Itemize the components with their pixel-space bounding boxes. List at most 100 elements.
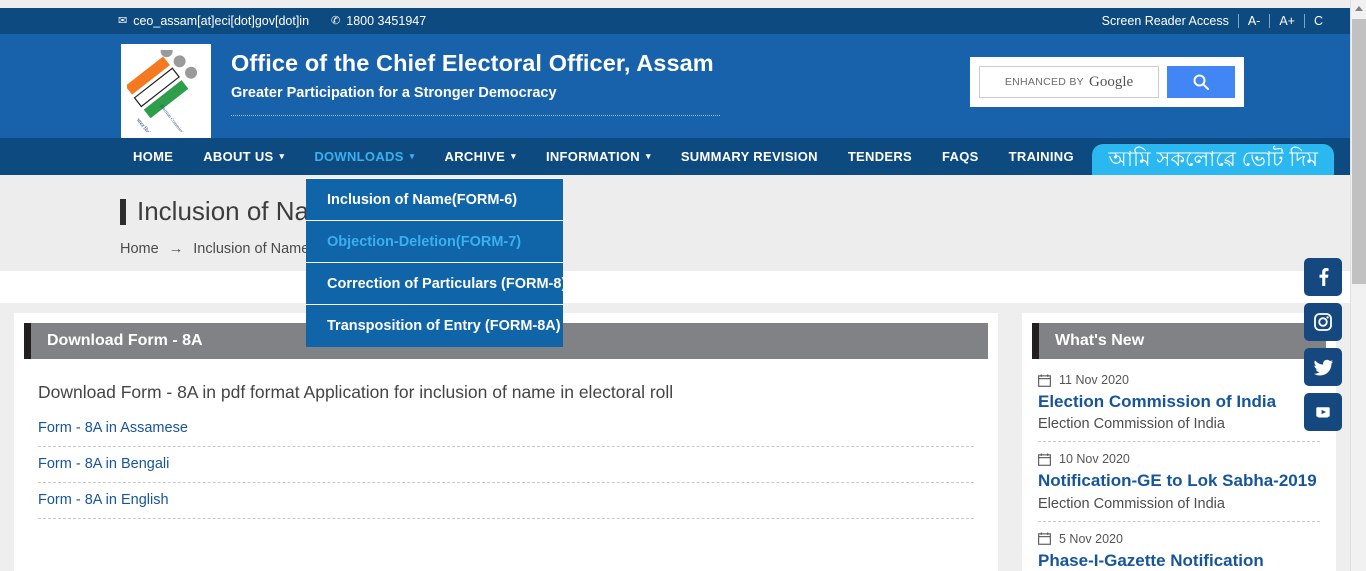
search-input[interactable]: ENHANCED BY Google <box>979 66 1159 98</box>
news-title-link[interactable]: Notification-GE to Lok Sabha-2019 <box>1038 470 1320 491</box>
news-date-row: 11 Nov 2020 <box>1038 373 1320 387</box>
nav-item-faqs[interactable]: FAQS <box>927 138 994 175</box>
nav-label: TENDERS <box>847 149 913 164</box>
envelope-icon: ✉ <box>118 14 128 27</box>
site-header: भारत निर्वाचन आयोग Election Commission o… <box>0 34 1350 138</box>
scrollbar-thumb[interactable] <box>1352 19 1366 284</box>
phone-contact[interactable]: ✆ 1800 3451947 <box>331 14 426 28</box>
calendar-icon <box>1038 374 1051 387</box>
facebook-link[interactable] <box>1304 258 1342 296</box>
nav-label: DOWNLOADS <box>314 149 404 164</box>
whats-new-heading: What's New <box>1032 323 1326 359</box>
nav-label: HOME <box>133 149 174 164</box>
content-spacer <box>0 271 1350 303</box>
whats-new-list: 11 Nov 2020 Election Commission of India… <box>1038 373 1320 571</box>
news-date-row: 5 Nov 2020 <box>1038 532 1320 546</box>
dropdown-item-objection-deletion[interactable]: Objection-Deletion(FORM-7) <box>306 221 563 263</box>
vote-pledge-button[interactable]: আমি সকলোৱে ভোট দিম <box>1092 144 1334 179</box>
browser-scrollbar[interactable] <box>1350 0 1366 571</box>
nav-item-summary-revision[interactable]: SUMMARY REVISION <box>666 138 833 175</box>
search-icon <box>1193 74 1209 90</box>
font-decrease-button[interactable]: A- <box>1237 14 1270 28</box>
nav-label: TRAINING <box>1008 149 1074 164</box>
nav-label: ARCHIVE <box>444 149 506 164</box>
calendar-icon <box>1038 453 1051 466</box>
news-date: 5 Nov 2020 <box>1059 531 1123 546</box>
search-container: ENHANCED BY Google <box>970 57 1244 107</box>
news-subtitle: Election Commission of India <box>1038 495 1225 512</box>
nav-label: ABOUT US <box>203 149 274 164</box>
download-panel-heading-label: Download Form - 8A <box>47 332 203 349</box>
nav-item-archive[interactable]: ARCHIVE ▾ <box>430 138 531 175</box>
download-link-assamese[interactable]: Form - 8A in Assamese <box>38 418 974 447</box>
nav-item-downloads[interactable]: DOWNLOADS ▾ <box>299 138 429 175</box>
calendar-icon <box>1038 532 1051 545</box>
chevron-down-icon: ▾ <box>409 151 415 161</box>
download-link-list: Form - 8A in Assamese Form - 8A in Benga… <box>38 418 974 519</box>
brand-block: Office of the Chief Electoral Officer, A… <box>231 50 720 116</box>
chevron-up-icon <box>1355 6 1363 11</box>
instagram-icon <box>1314 313 1332 331</box>
breadcrumb-home-link[interactable]: Home <box>120 241 159 257</box>
nav-item-training[interactable]: TRAINING <box>994 138 1089 175</box>
page-root: ✉ ceo_assam[at]eci[dot]gov[dot]in ✆ 1800… <box>0 0 1366 571</box>
twitter-link[interactable] <box>1304 348 1342 386</box>
twitter-icon <box>1313 359 1333 375</box>
nav-item-home[interactable]: HOME <box>118 138 188 175</box>
news-date: 10 Nov 2020 <box>1059 452 1130 467</box>
list-item: 5 Nov 2020 Phase-I-Gazette Notification <box>1038 532 1320 571</box>
nav-item-tenders[interactable]: TENDERS <box>833 138 927 175</box>
list-item: 11 Nov 2020 Election Commission of India… <box>1038 373 1320 443</box>
news-date: 11 Nov 2020 <box>1059 373 1129 387</box>
dropdown-item-transposition-of-entry[interactable]: Transposition of Entry (FORM-8A) <box>306 305 563 347</box>
download-panel: Download Form - 8A Download Form - 8A in… <box>14 313 998 571</box>
download-link-bengali[interactable]: Form - 8A in Bengali <box>38 447 974 483</box>
email-text: ceo_assam[at]eci[dot]gov[dot]in <box>133 14 310 28</box>
logo-container[interactable]: भारत निर्वाचन आयोग Election Commission o… <box>121 44 211 138</box>
nav-label: SUMMARY REVISION <box>680 149 818 164</box>
download-intro-text: Download Form - 8A in pdf format Applica… <box>38 382 674 402</box>
youtube-link[interactable] <box>1304 393 1342 431</box>
search-button[interactable] <box>1167 66 1235 98</box>
eci-emblem-icon: भारत निर्वाचन आयोग Election Commission o… <box>127 50 197 132</box>
scroll-up-button[interactable] <box>1351 0 1366 17</box>
breadcrumb-current: Inclusion of Name <box>193 241 310 257</box>
dropdown-item-inclusion-of-name[interactable]: Inclusion of Name(FORM-6) <box>306 179 563 221</box>
svg-text:Election Commission of India: Election Commission of India <box>159 104 197 132</box>
svg-text:भारत निर्वाचन आयोग: भारत निर्वाचन आयोग <box>134 117 163 132</box>
list-item: 10 Nov 2020 Notification-GE to Lok Sabha… <box>1038 452 1320 522</box>
breadcrumb: Home → Inclusion of Name <box>120 241 309 257</box>
dropdown-item-correction-of-particulars[interactable]: Correction of Particulars (FORM-8) <box>306 263 566 305</box>
chevron-down-icon: ▾ <box>646 151 651 161</box>
social-rail <box>1304 258 1342 431</box>
instagram-link[interactable] <box>1304 303 1342 341</box>
nav-label: FAQS <box>942 149 979 164</box>
download-link-english[interactable]: Form - 8A in English <box>38 483 974 519</box>
font-increase-button[interactable]: A+ <box>1269 14 1304 28</box>
contrast-toggle-button[interactable]: C <box>1303 14 1332 28</box>
search-enhanced-by-label: ENHANCED BY <box>1004 76 1084 88</box>
facebook-icon <box>1319 268 1329 286</box>
news-title-link[interactable]: Election Commission of India <box>1038 391 1320 412</box>
phone-text: 1800 3451947 <box>346 14 427 28</box>
breadcrumb-separator: → <box>168 241 184 257</box>
news-title-link[interactable]: Phase-I-Gazette Notification <box>1038 550 1320 571</box>
accessibility-controls: Screen Reader Access A- A+ C <box>1102 14 1332 28</box>
nav-item-about-us[interactable]: ABOUT US ▾ <box>188 138 299 175</box>
news-subtitle: Election Commission of India <box>1038 416 1225 433</box>
email-contact[interactable]: ✉ ceo_assam[at]eci[dot]gov[dot]in <box>118 14 309 28</box>
utility-bar: ✉ ceo_assam[at]eci[dot]gov[dot]in ✆ 1800… <box>0 8 1350 34</box>
site-title: Office of the Chief Electoral Officer, A… <box>231 50 714 76</box>
youtube-icon <box>1316 407 1330 418</box>
page-title-band: Inclusion of Name Home → Inclusion of Na… <box>0 175 1350 271</box>
downloads-dropdown-menu: Inclusion of Name(FORM-6) Objection-Dele… <box>306 178 566 347</box>
nav-label: INFORMATION <box>545 149 640 164</box>
screen-reader-access-link[interactable]: Screen Reader Access <box>1102 14 1238 28</box>
whats-new-panel: What's New 11 Nov 2020 Election Commissi… <box>1022 313 1336 571</box>
contact-info: ✉ ceo_assam[at]eci[dot]gov[dot]in ✆ 1800… <box>118 14 426 28</box>
nav-item-information[interactable]: INFORMATION ▾ <box>531 138 666 175</box>
main-navigation: HOME ABOUT US ▾ DOWNLOADS ▾ ARCHIVE ▾ IN… <box>0 138 1350 179</box>
phone-icon: ✆ <box>331 14 341 27</box>
search-provider-label: Google <box>1088 73 1134 90</box>
site-subtitle: Greater Participation for a Stronger Dem… <box>231 85 557 101</box>
